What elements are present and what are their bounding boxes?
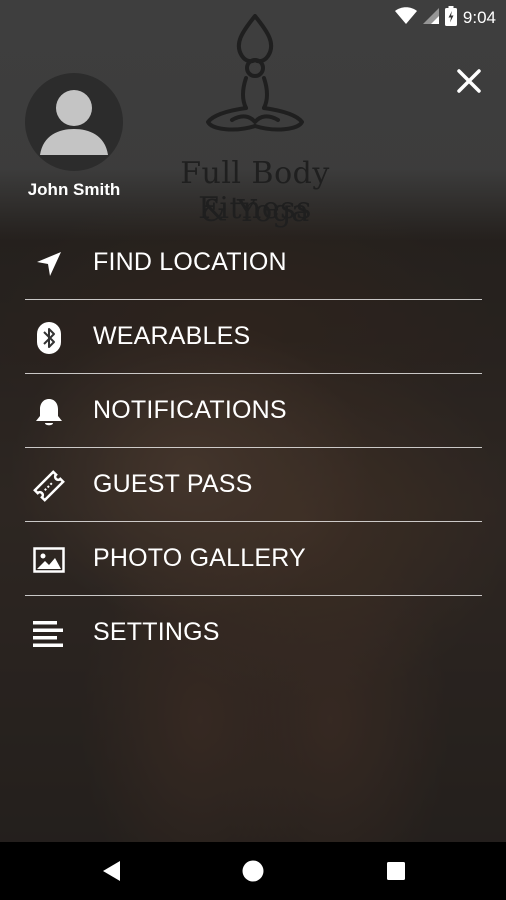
signal-icon — [422, 7, 439, 29]
recents-square-icon — [387, 862, 405, 880]
menu-item-guest-pass[interactable]: GUEST PASS — [25, 448, 482, 522]
avatar[interactable] — [25, 73, 123, 171]
menu-item-settings[interactable]: SETTINGS — [25, 596, 482, 670]
system-navigation-bar — [0, 842, 506, 900]
menu-item-label: GUEST PASS — [93, 470, 253, 498]
gym-logo: Full Body Fitness & Yoga — [140, 14, 370, 229]
menu-item-label: SETTINGS — [93, 618, 220, 646]
back-triangle-icon — [103, 861, 120, 881]
menu-item-wearables[interactable]: WEARABLES — [25, 300, 482, 374]
navigation-drawer-screen: 9:04 Full Body Fitness & Yoga John Smith… — [0, 0, 506, 900]
close-drawer-button[interactable] — [452, 64, 486, 98]
home-circle-icon — [242, 860, 264, 882]
person-icon — [40, 90, 108, 155]
user-name: John Smith — [27, 180, 121, 199]
settings-lines-icon — [33, 618, 65, 650]
menu-item-notifications[interactable]: NOTIFICATIONS — [25, 374, 482, 448]
navigation-arrow-icon — [33, 248, 65, 280]
back-button[interactable] — [97, 856, 127, 886]
yoga-pose-icon — [206, 14, 304, 132]
photo-icon — [33, 544, 65, 576]
menu-item-photo-gallery[interactable]: PHOTO GALLERY — [25, 522, 482, 596]
recents-button[interactable] — [381, 856, 411, 886]
logo-title-line2: & Yoga — [200, 194, 310, 229]
drawer-menu: FIND LOCATION WEARABLES NOTIFICATIONS GU… — [25, 226, 482, 670]
close-icon — [457, 69, 481, 93]
status-time: 9:04 — [462, 8, 496, 27]
menu-item-label: FIND LOCATION — [93, 248, 287, 276]
home-button[interactable] — [238, 856, 268, 886]
menu-item-label: NOTIFICATIONS — [93, 396, 287, 424]
bell-icon — [33, 396, 65, 428]
menu-item-label: WEARABLES — [93, 322, 251, 350]
bluetooth-icon — [33, 322, 65, 354]
battery-icon — [444, 6, 457, 30]
ticket-icon — [33, 470, 65, 502]
menu-item-label: PHOTO GALLERY — [93, 544, 306, 572]
menu-item-find-location[interactable]: FIND LOCATION — [25, 226, 482, 300]
wifi-icon — [394, 7, 417, 29]
